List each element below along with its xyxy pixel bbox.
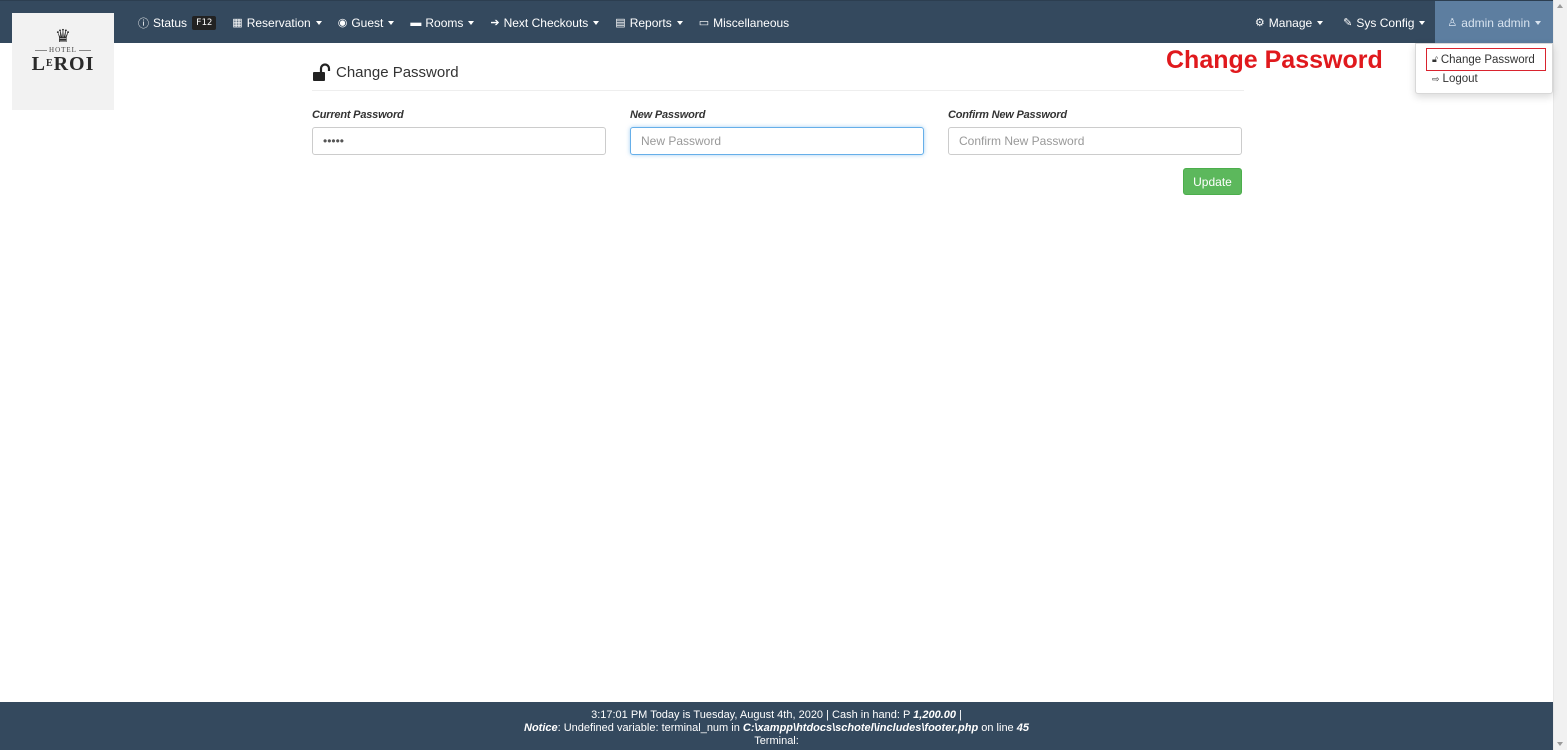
footer-notice-label: Notice [524, 722, 558, 734]
bed-icon: ▬ [410, 16, 422, 29]
nav-reports[interactable]: ▤ Reports [607, 1, 690, 44]
page-header: Change Password [312, 55, 1244, 91]
unlock-icon [313, 62, 331, 81]
nav-next-checkouts-label: Next Checkouts [503, 15, 589, 30]
nav-manage[interactable]: ⚙ Manage [1245, 1, 1333, 44]
wrench-icon: ✎ [1343, 17, 1353, 29]
footer-terminal: Terminal: [754, 735, 799, 747]
nav-status-label: Status [153, 15, 188, 30]
cogs-icon: ⚙ [1254, 17, 1265, 29]
nav-sys-config-label: Sys Config [1356, 15, 1415, 30]
nav-reports-label: Reports [629, 15, 672, 30]
user-dropdown-menu: 🔓︎ Change Password ⇨ Logout [1415, 43, 1553, 94]
footer-separator: | [955, 709, 962, 721]
logo-brand-text: LEROI [12, 54, 114, 74]
new-password-group: New Password [630, 109, 924, 155]
page-title: Change Password [336, 64, 459, 81]
shortcut-badge: F12 [192, 15, 217, 30]
annotation-label: Change Password [1166, 46, 1383, 74]
footer-cash-value: 1,200.00 [913, 709, 956, 721]
top-navbar: ⓘ Status F12 ▦ Reservation ◉ Guest ▬ Roo… [0, 0, 1553, 44]
nav-miscellaneous[interactable]: ▭ Miscellaneous [691, 1, 797, 44]
current-password-input[interactable] [312, 127, 606, 155]
caret-down-icon [676, 20, 683, 25]
nav-status[interactable]: ⓘ Status F12 [130, 1, 224, 44]
footer-notice-path: C:\xampp\htdocs\schotel\includes\footer.… [742, 722, 979, 734]
confirm-password-label: Confirm New Password [948, 109, 1067, 121]
sign-out-icon: ⇨ [1432, 73, 1440, 84]
nav-sys-config[interactable]: ✎ Sys Config [1333, 1, 1435, 44]
nav-reservation[interactable]: ▦ Reservation [224, 1, 329, 44]
caret-down-icon [1317, 20, 1324, 25]
current-password-label: Current Password [312, 109, 404, 121]
footer-datetime: 3:17:01 PM Today is Tuesday, August 4th,… [591, 709, 914, 721]
logo-brand-rest: ROI [53, 53, 95, 75]
nav-rooms[interactable]: ▬ Rooms [402, 1, 482, 44]
caret-down-icon [593, 20, 600, 25]
nav-guest-label: Guest [351, 15, 384, 30]
caret-down-icon [1535, 20, 1541, 25]
user-icon: ♙ [1447, 17, 1458, 29]
menu-item-change-password[interactable]: 🔓︎ Change Password [1426, 48, 1546, 71]
vertical-scrollbar[interactable] [1553, 0, 1567, 750]
nav-reservation-label: Reservation [246, 15, 311, 30]
info-circle-icon: ⓘ [138, 17, 149, 30]
caret-down-icon [388, 20, 395, 25]
caret-down-icon [315, 20, 322, 25]
nav-manage-label: Manage [1268, 15, 1313, 30]
hotel-logo[interactable]: ♛ HOTEL LEROI [12, 13, 114, 110]
logo-brand-sup: E [45, 58, 54, 69]
confirm-password-group: Confirm New Password [948, 109, 1242, 155]
logo-brand-first: L [31, 53, 46, 75]
footer-status-line: 3:17:01 PM Today is Tuesday, August 4th,… [0, 709, 1553, 722]
scroll-down-arrow-icon[interactable] [1557, 742, 1563, 746]
nav-miscellaneous-label: Miscellaneous [713, 15, 790, 30]
desktop-icon: ▭ [698, 17, 710, 29]
new-password-input[interactable] [630, 127, 924, 155]
menu-item-logout-label: Logout [1442, 73, 1478, 85]
nav-rooms-label: Rooms [425, 15, 464, 30]
new-password-label: New Password [630, 109, 706, 121]
crown-icon: ♛ [54, 26, 72, 46]
menu-item-logout[interactable]: ⇨ Logout [1432, 72, 1478, 86]
unlock-small-icon: 🔓︎ [1432, 54, 1438, 64]
footer-notice-line: Notice: Undefined variable: terminal_num… [0, 722, 1553, 735]
nav-user-label: admin admin [1461, 15, 1530, 30]
menu-item-change-password-label: Change Password [1440, 53, 1535, 66]
current-password-group: Current Password [312, 109, 606, 155]
scroll-up-arrow-icon[interactable] [1557, 4, 1563, 8]
user-circle-icon: ◉ [337, 17, 348, 29]
nav-user-menu[interactable]: ♙ admin admin [1435, 1, 1553, 44]
update-button[interactable]: Update [1183, 168, 1242, 195]
caret-down-icon [468, 20, 475, 25]
newspaper-icon: ▤ [615, 17, 626, 29]
nav-guest[interactable]: ◉ Guest [330, 1, 403, 44]
nav-next-checkouts[interactable]: ➔ Next Checkouts [482, 1, 607, 44]
calendar-icon: ▦ [232, 17, 243, 29]
nav-left: ⓘ Status F12 ▦ Reservation ◉ Guest ▬ Roo… [130, 1, 797, 44]
footer-notice-mid: on line [978, 722, 1017, 734]
arrow-right-icon: ➔ [490, 17, 500, 29]
caret-down-icon [1419, 20, 1426, 25]
footer-notice-line-number: 45 [1016, 722, 1029, 734]
confirm-password-input[interactable] [948, 127, 1242, 155]
footer: 3:17:01 PM Today is Tuesday, August 4th,… [0, 702, 1553, 750]
footer-notice-text: : Undefined variable: terminal_num in [557, 722, 743, 734]
nav-right: ⚙ Manage ✎ Sys Config ♙ admin admin [1245, 1, 1553, 44]
